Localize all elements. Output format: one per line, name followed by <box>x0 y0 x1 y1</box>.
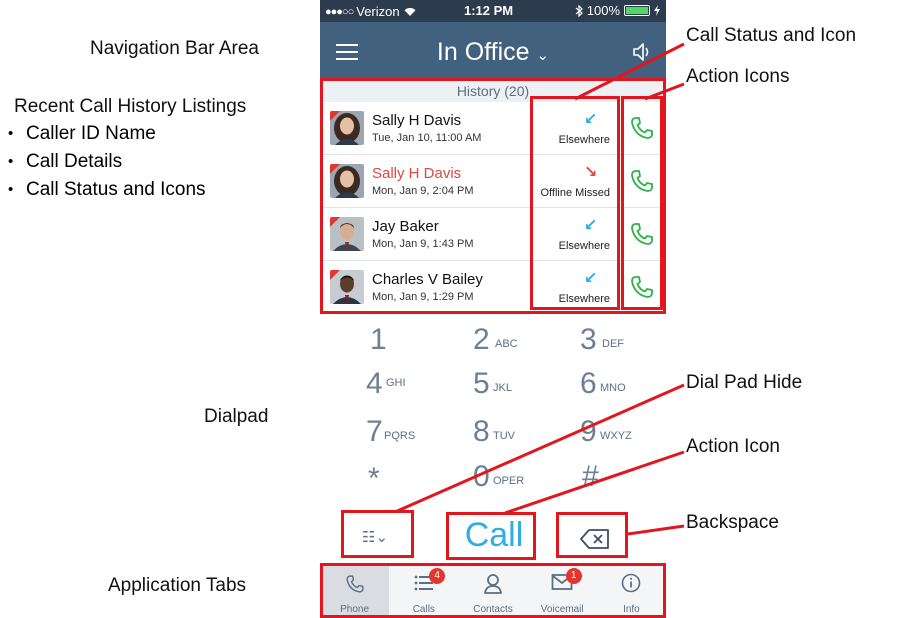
dialpad-digit: 0 <box>473 460 490 493</box>
annotation-call-status-and-icon: Call Status and Icon <box>686 25 857 46</box>
dialpad-key-8[interactable]: 8 TUV <box>438 415 548 455</box>
dialpad-digit: # <box>582 460 599 493</box>
dialpad-key-0[interactable]: 0 OPER <box>438 460 548 500</box>
dialpad-key-star[interactable]: * <box>320 460 430 500</box>
annotation-bullet-call-status: Call Status and Icons <box>6 176 206 204</box>
bluetooth-icon <box>575 4 583 17</box>
annotation-backspace: Backspace <box>686 512 779 533</box>
ios-status-bar: ●●●○○ Verizon 1:12 PM 100% <box>320 0 666 22</box>
dialpad-key-6[interactable]: 6 MNO <box>550 367 660 407</box>
annotation-bullet-call-details: Call Details <box>6 148 206 176</box>
dialpad-key-9[interactable]: 9 WXYZ <box>550 415 660 455</box>
battery-percent: 100% <box>586 3 620 18</box>
dialpad-key-2[interactable]: 2 ABC <box>438 323 548 363</box>
dialpad-digit: 2 <box>473 323 490 356</box>
dialpad-key-7[interactable]: 7 PQRS <box>320 415 430 455</box>
dialpad-letters: DEF <box>602 338 624 350</box>
navigation-bar: In Office ⌄ <box>320 22 666 80</box>
dialpad-key-hash[interactable]: # <box>550 460 660 500</box>
dialpad-digit: 6 <box>580 367 597 400</box>
presence-selector[interactable]: In Office ⌄ <box>320 38 666 67</box>
highlight-action-icons <box>621 96 663 310</box>
wifi-icon <box>404 8 416 16</box>
presence-title: In Office <box>436 38 530 66</box>
highlight-dialpad-hide <box>341 510 414 558</box>
dialpad-key-1[interactable]: 1 <box>320 323 430 363</box>
carrier-name: Verizon <box>356 4 400 19</box>
dialpad-letters: JKL <box>493 382 512 394</box>
highlight-call-button <box>446 512 536 560</box>
dialpad-digit: 5 <box>473 367 490 400</box>
dialpad-letters: WXYZ <box>600 430 632 442</box>
dialpad-key-4[interactable]: 4 GHI <box>320 367 430 407</box>
annotation-navigation-bar-area: Navigation Bar Area <box>90 38 259 59</box>
dialpad-letters: ABC <box>495 338 518 350</box>
status-time: 1:12 PM <box>464 3 514 18</box>
dialpad-digit: 7 <box>366 415 383 448</box>
annotation-dial-pad-hide: Dial Pad Hide <box>686 372 803 393</box>
annotation-action-icons: Action Icons <box>686 66 790 87</box>
dialpad-letters: PQRS <box>384 430 416 442</box>
dialpad-digit: * <box>368 462 380 495</box>
annotation-bullet-caller-id: Caller ID Name <box>6 120 206 148</box>
highlight-call-status <box>530 96 620 310</box>
annotation-dialpad: Dialpad <box>204 406 269 427</box>
signal-strength-icon: ●●●○○ <box>325 5 354 18</box>
speaker-icon[interactable] <box>632 42 654 62</box>
dialpad-digit: 1 <box>370 323 387 356</box>
dialpad-digit: 4 <box>366 367 383 400</box>
annotation-recent-call-history: Recent Call History Listings <box>14 96 247 117</box>
dialpad-digit: 9 <box>580 415 597 448</box>
dialpad-letters: OPER <box>493 475 525 487</box>
dialpad-letters: GHI <box>386 377 406 389</box>
dialpad-key-5[interactable]: 5 JKL <box>438 367 548 407</box>
highlight-application-tabs <box>320 563 666 618</box>
charging-icon <box>654 5 660 16</box>
chevron-down-icon: ⌄ <box>536 47 550 64</box>
annotation-action-icon: Action Icon <box>686 436 780 457</box>
annotation-application-tabs: Application Tabs <box>108 575 247 596</box>
battery-icon <box>624 5 650 16</box>
annotation-recent-call-bullets: Caller ID Name Call Details Call Status … <box>6 120 206 204</box>
dialpad-letters: MNO <box>600 382 626 394</box>
dialpad-digit: 3 <box>580 323 597 356</box>
dialpad-key-3[interactable]: 3 DEF <box>550 323 660 363</box>
highlight-backspace <box>556 512 628 558</box>
dialpad-digit: 8 <box>473 415 490 448</box>
dialpad-letters: TUV <box>493 430 515 442</box>
